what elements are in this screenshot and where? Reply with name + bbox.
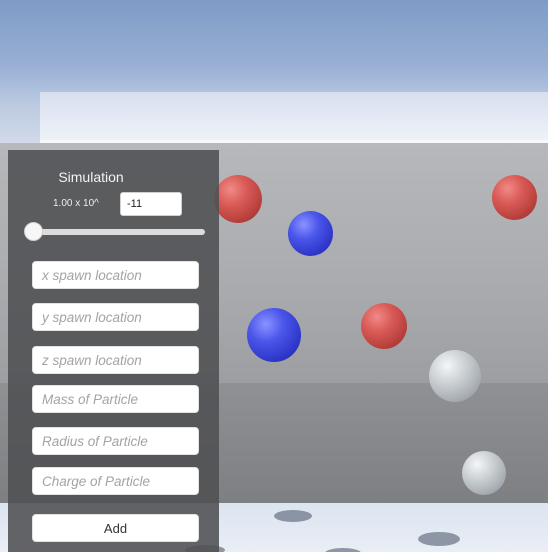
red-particle [361,303,407,349]
blue-particle [288,211,333,256]
slider-handle[interactable] [24,222,43,241]
radius-input[interactable]: Radius of Particle [32,427,199,455]
grey-particle [462,451,506,495]
x-spawn-input[interactable]: x spawn location [32,261,199,289]
y-spawn-placeholder: y spawn location [42,309,142,325]
charge-input[interactable]: Charge of Particle [32,467,199,495]
z-spawn-placeholder: z spawn location [42,352,142,368]
particle-shadow [325,548,361,552]
particle-shadow [418,532,460,546]
y-spawn-input[interactable]: y spawn location [32,303,199,331]
red-particle [492,175,537,220]
container-top-wall [40,92,548,142]
exponent-input[interactable]: -11 [120,192,182,216]
mass-input[interactable]: Mass of Particle [32,385,199,413]
charge-placeholder: Charge of Particle [42,473,151,489]
radius-placeholder: Radius of Particle [42,433,148,449]
grey-particle [429,350,481,402]
add-particle-button[interactable]: Add [32,514,199,542]
exponent-label: 1.00 x 10^ [53,198,99,209]
mass-placeholder: Mass of Particle [42,391,139,407]
time-scale-slider[interactable] [32,229,205,235]
x-spawn-placeholder: x spawn location [42,267,142,283]
simulation-title: Simulation [58,169,124,185]
z-spawn-input[interactable]: z spawn location [32,346,199,374]
particle-shadow [274,510,312,522]
spawn-control-panel: Simulation 1.00 x 10^ -11 x spawn locati… [8,150,219,552]
blue-particle [247,308,301,362]
exponent-value: -11 [127,198,143,210]
red-particle [214,175,262,223]
